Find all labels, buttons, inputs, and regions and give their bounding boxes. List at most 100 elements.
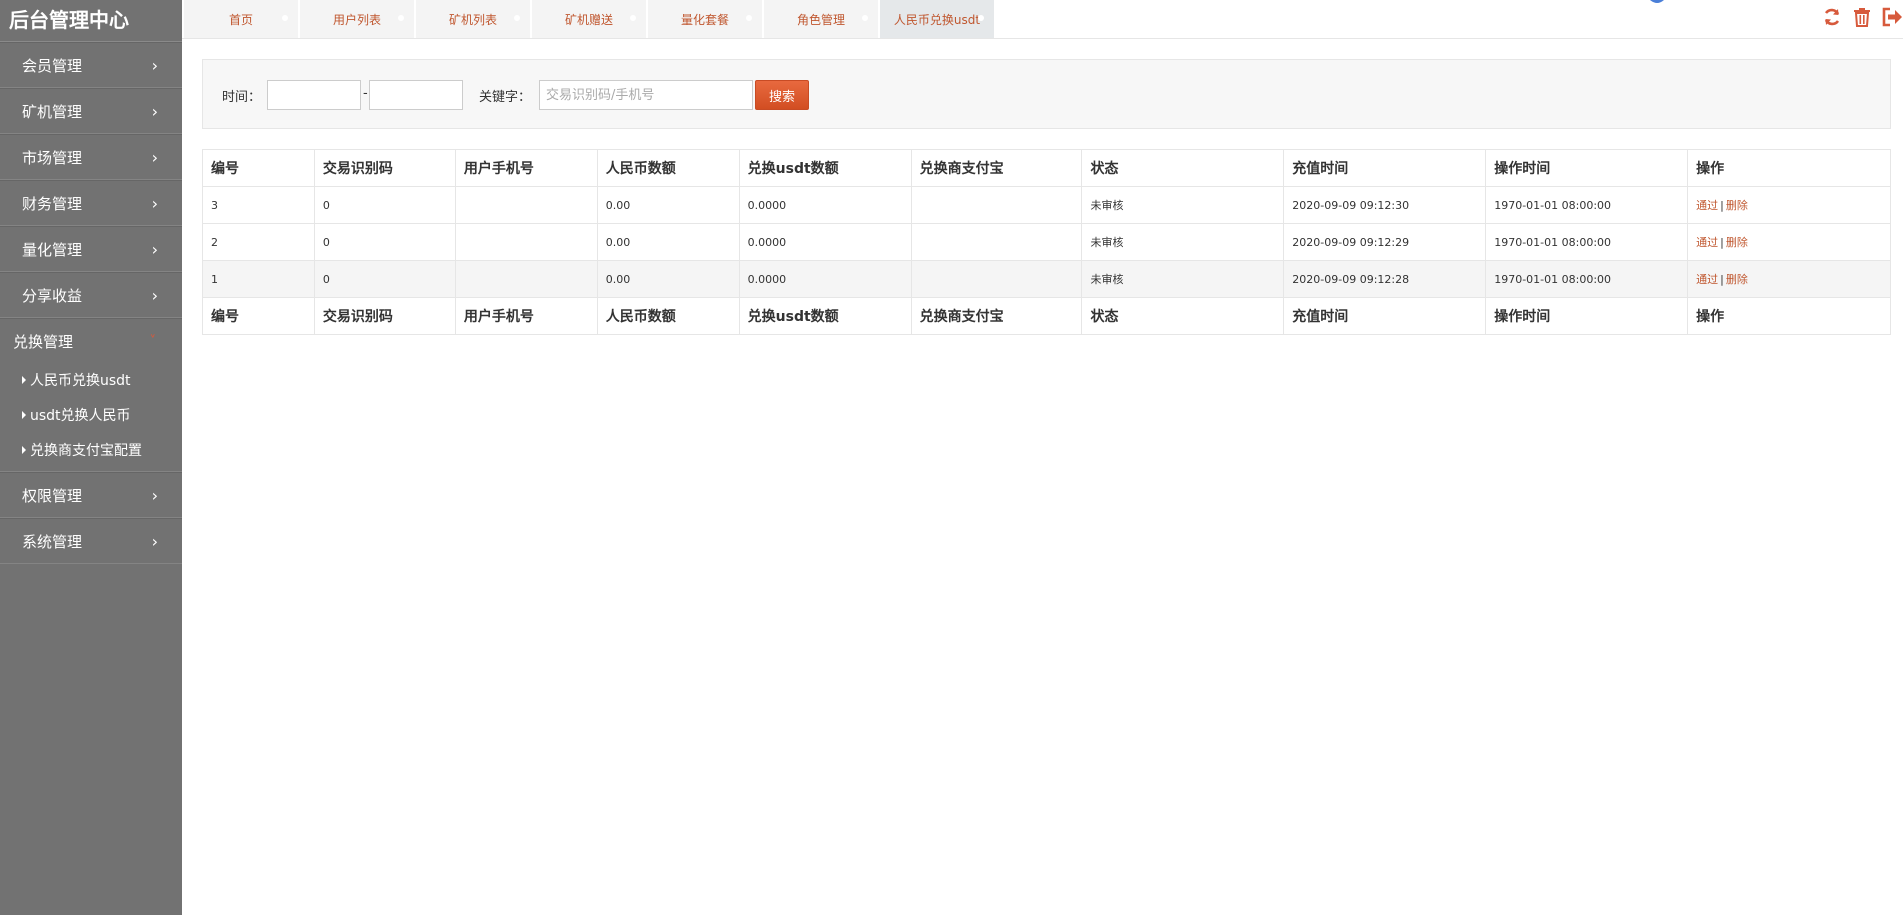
cell-actions: 通过 | 删除: [1687, 260, 1891, 298]
tab-label: 矿机赠送: [564, 13, 613, 27]
sidebar-item-label: 兑换管理: [13, 333, 74, 351]
sidebar-item-exchange[interactable]: 兑换管理 ˅: [0, 318, 182, 364]
column-header: 操作时间: [1485, 149, 1689, 187]
delete-link[interactable]: 删除: [1726, 199, 1748, 212]
sidebar-item-members[interactable]: 会员管理 ›: [0, 42, 182, 88]
end-date-input[interactable]: [369, 80, 463, 110]
tab-close-icon[interactable]: [630, 15, 636, 21]
chevron-right-icon: ›: [151, 532, 158, 551]
cell-status: 未审核: [1081, 186, 1285, 224]
cell-alipay: [910, 186, 1083, 224]
tab-miner-gift[interactable]: 矿机赠送: [532, 0, 648, 38]
sidebar-item-label: 市场管理: [22, 149, 83, 167]
chevron-down-icon: ˅: [149, 334, 157, 349]
tab-close-icon[interactable]: [514, 15, 520, 21]
sidebar-item-label: 权限管理: [22, 487, 83, 505]
app-title: 后台管理中心: [0, 0, 182, 42]
action-separator: |: [1720, 236, 1724, 249]
column-footer: 状态: [1081, 297, 1285, 335]
cell-recharge-time: 2020-09-09 09:12:30: [1283, 186, 1487, 224]
tab-list: 首页 用户列表 矿机列表 矿机赠送 量化套餐 角色管理 人民币兑换usdt: [184, 0, 996, 38]
trash-icon[interactable]: [1851, 5, 1873, 29]
sidebar-item-label: 矿机管理: [22, 103, 83, 121]
delete-link[interactable]: 删除: [1726, 273, 1748, 286]
top-actions: [1821, 5, 1903, 29]
sidebar-subitem-usdt-to-rmb[interactable]: usdt兑换人民币: [0, 399, 182, 434]
sidebar-item-label: 会员管理: [22, 57, 83, 75]
table-row: 2 0 0.00 0.0000 未审核 2020-09-09 09:12:29 …: [202, 223, 1891, 261]
column-footer: 操作时间: [1485, 297, 1689, 335]
chevron-right-icon: ›: [151, 148, 158, 167]
sidebar-item-market[interactable]: 市场管理 ›: [0, 134, 182, 180]
action-separator: |: [1720, 199, 1724, 212]
approve-link[interactable]: 通过: [1696, 273, 1718, 286]
sidebar-item-system[interactable]: 系统管理 ›: [0, 518, 182, 564]
cell-phone: [454, 186, 598, 224]
shield-icon: [1650, 0, 1664, 3]
sidebar-item-label: 系统管理: [22, 533, 83, 551]
cell-phone: [454, 223, 598, 261]
column-header: 兑换usdt数额: [738, 149, 912, 187]
keyword-input[interactable]: [539, 80, 753, 110]
cell-id: 1: [202, 260, 315, 298]
column-header: 编号: [202, 149, 315, 187]
tab-home[interactable]: 首页: [184, 0, 300, 38]
sidebar-item-quant[interactable]: 量化管理 ›: [0, 226, 182, 272]
sidebar-subitem-label: 兑换商支付宝配置: [30, 443, 142, 459]
exchange-table: 编号 交易识别码 用户手机号 人民币数额 兑换usdt数额 兑换商支付宝 状态 …: [202, 149, 1891, 335]
column-header: 交易识别码: [313, 149, 456, 187]
column-footer: 充值时间: [1283, 297, 1487, 335]
tab-close-icon[interactable]: [282, 15, 288, 21]
tab-rmb-to-usdt[interactable]: 人民币兑换usdt: [880, 0, 996, 38]
search-button[interactable]: 搜索: [755, 80, 809, 110]
start-date-input[interactable]: [267, 80, 361, 110]
sidebar-subitem-alipay-config[interactable]: 兑换商支付宝配置: [0, 434, 182, 469]
sidebar-subitem-label: 人民币兑换usdt: [30, 373, 131, 389]
sidebar-item-label: 分享收益: [22, 287, 83, 305]
table-row: 3 0 0.00 0.0000 未审核 2020-09-09 09:12:30 …: [202, 186, 1891, 224]
sidebar: 后台管理中心 会员管理 › 矿机管理 › 市场管理 › 财务管理 › 量化管理 …: [0, 0, 182, 915]
sidebar-item-permissions[interactable]: 权限管理 ›: [0, 472, 182, 518]
date-range-separator: -: [363, 86, 368, 101]
sidebar-item-finance[interactable]: 财务管理 ›: [0, 180, 182, 226]
tab-quant-package[interactable]: 量化套餐: [648, 0, 764, 38]
sidebar-item-miners[interactable]: 矿机管理 ›: [0, 88, 182, 134]
tab-role-management[interactable]: 角色管理: [764, 0, 880, 38]
cell-rmb: 0.00: [596, 260, 740, 298]
sidebar-submenu-exchange: 人民币兑换usdt usdt兑换人民币 兑换商支付宝配置: [0, 364, 182, 472]
logout-icon[interactable]: [1881, 5, 1903, 29]
column-footer: 兑换商支付宝: [910, 297, 1083, 335]
chevron-right-icon: ›: [151, 56, 158, 75]
cell-alipay: [910, 260, 1083, 298]
tab-label: 矿机列表: [448, 13, 497, 27]
refresh-icon[interactable]: [1821, 5, 1843, 29]
column-footer: 操作: [1687, 297, 1891, 335]
tab-close-icon[interactable]: [862, 15, 868, 21]
table-row: 1 0 0.00 0.0000 未审核 2020-09-09 09:12:28 …: [202, 260, 1891, 298]
approve-link[interactable]: 通过: [1696, 236, 1718, 249]
cell-phone: [454, 260, 598, 298]
cell-id: 3: [202, 186, 315, 224]
tab-close-icon[interactable]: [978, 15, 984, 21]
delete-link[interactable]: 删除: [1726, 236, 1748, 249]
tab-user-list[interactable]: 用户列表: [300, 0, 416, 38]
tab-close-icon[interactable]: [746, 15, 752, 21]
action-separator: |: [1720, 273, 1724, 286]
chevron-right-icon: ›: [151, 194, 158, 213]
approve-link[interactable]: 通过: [1696, 199, 1718, 212]
sidebar-item-share-earnings[interactable]: 分享收益 ›: [0, 272, 182, 318]
cell-usdt: 0.0000: [738, 186, 912, 224]
tab-miner-list[interactable]: 矿机列表: [416, 0, 532, 38]
column-footer: 交易识别码: [313, 297, 456, 335]
cell-rmb: 0.00: [596, 223, 740, 261]
search-panel: 时间： - 关键字： 搜索: [202, 59, 1891, 129]
cell-op-time: 1970-01-01 08:00:00: [1485, 186, 1689, 224]
tab-close-icon[interactable]: [398, 15, 404, 21]
cell-op-time: 1970-01-01 08:00:00: [1485, 260, 1689, 298]
chevron-right-icon: ›: [151, 240, 158, 259]
sidebar-subitem-rmb-to-usdt[interactable]: 人民币兑换usdt: [0, 364, 182, 399]
column-header: 状态: [1081, 149, 1285, 187]
chevron-right-icon: ›: [151, 486, 158, 505]
cell-usdt: 0.0000: [738, 260, 912, 298]
tab-label: 角色管理: [796, 13, 845, 27]
